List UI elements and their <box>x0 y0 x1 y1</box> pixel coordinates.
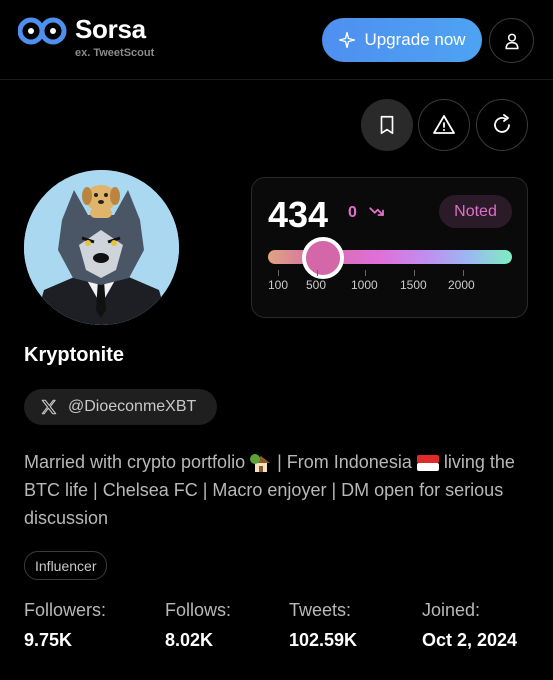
score-slider-thumb <box>302 237 344 279</box>
profile-name: Kryptonite <box>24 344 124 366</box>
score-change: 0 <box>348 204 357 221</box>
score-value: 434 <box>268 194 329 235</box>
status-badge: Noted <box>439 195 512 228</box>
brand-name[interactable]: Sorsa <box>75 14 146 45</box>
bookmark-button[interactable] <box>361 99 413 151</box>
bio-text: | From Indonesia <box>272 452 417 472</box>
slider-tick <box>365 270 366 276</box>
slider-tick-label: 1000 <box>351 278 378 292</box>
trend-down-icon <box>369 207 384 216</box>
follows-label: Follows: <box>165 600 232 620</box>
twitter-handle: @DioeconmeXBT <box>68 398 197 415</box>
joined-value: Oct 2, 2024 <box>422 630 518 650</box>
slider-tick-label: 2000 <box>448 278 475 292</box>
slider-tick <box>278 270 279 276</box>
avatar <box>24 170 179 325</box>
profile-bio: Married with crypto portfolio | From Ind… <box>24 448 529 532</box>
refresh-button[interactable] <box>476 99 528 151</box>
slider-tick-label: 1500 <box>400 278 427 292</box>
house-with-garden-icon <box>250 454 271 473</box>
follows-value: 8.02K <box>165 630 214 650</box>
joined-label: Joined: <box>422 600 481 620</box>
app-header: Sorsa ex. TweetScout Upgrade now <box>0 0 553 80</box>
twitter-handle-link[interactable]: @DioeconmeXBT <box>24 389 217 425</box>
slider-tick-label: 100 <box>268 278 289 292</box>
tweets-label: Tweets: <box>289 600 352 620</box>
bookmark-icon <box>380 115 394 135</box>
slider-tick-label: 500 <box>306 278 327 292</box>
warning-icon <box>433 115 455 134</box>
user-icon <box>504 33 519 49</box>
report-button[interactable] <box>418 99 470 151</box>
sparkle-icon <box>339 31 356 49</box>
brand-subtitle: ex. TweetScout <box>75 47 155 59</box>
tweets-value: 102.59K <box>289 630 358 650</box>
upgrade-button[interactable]: Upgrade now <box>322 18 482 62</box>
x-logo-icon <box>41 399 57 415</box>
score-card: 434 0 Noted 100 500 1000 1500 2000 <box>251 177 528 318</box>
category-tag: Influencer <box>24 551 108 580</box>
sorsa-logo-icon[interactable] <box>18 16 68 46</box>
bio-text: Married with crypto portfolio <box>24 452 251 472</box>
avatar-illustration <box>24 170 179 325</box>
indonesia-flag-icon <box>416 455 439 472</box>
slider-tick <box>463 270 464 276</box>
account-button[interactable] <box>489 18 534 63</box>
followers-label: Followers: <box>24 600 107 620</box>
slider-tick <box>317 270 318 276</box>
followers-value: 9.75K <box>24 630 73 650</box>
slider-tick <box>414 270 415 276</box>
upgrade-label: Upgrade now <box>364 30 466 49</box>
refresh-icon <box>494 114 510 133</box>
